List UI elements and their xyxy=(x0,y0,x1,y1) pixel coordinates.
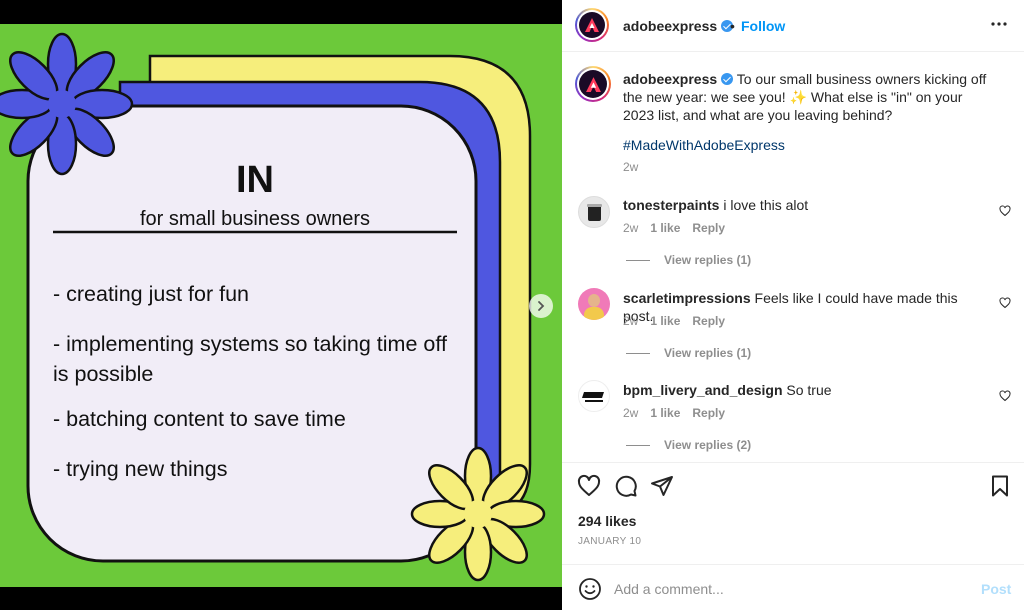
next-slide-button[interactable] xyxy=(529,294,553,318)
blue-flower-icon xyxy=(0,32,134,176)
carousel-slide: IN for small business owners - creating … xyxy=(0,24,562,587)
comment-username[interactable]: bpm_livery_and_design xyxy=(623,382,783,398)
comment-like-heart-icon[interactable] xyxy=(999,205,1011,217)
comment-body: So true xyxy=(786,382,832,398)
caption-username[interactable]: adobeexpress xyxy=(623,71,717,87)
post-date[interactable]: JANUARY 10 xyxy=(578,536,641,547)
post-details-panel: adobeexpress • Follow adobeexpress To ou… xyxy=(562,0,1024,610)
caption-timestamp[interactable]: 2w xyxy=(623,160,638,174)
share-icon[interactable] xyxy=(650,474,674,498)
slide-bullet: - batching content to save time xyxy=(53,407,346,431)
bookmark-icon[interactable] xyxy=(988,474,1012,498)
post-button[interactable]: Post xyxy=(981,581,1011,597)
view-replies-label[interactable]: View replies (1) xyxy=(664,253,751,267)
comment-username[interactable]: scarletimpressions xyxy=(623,290,751,306)
comment-meta: 2w 1 like Reply xyxy=(623,406,737,420)
comment-like-heart-icon[interactable] xyxy=(999,390,1011,402)
comment-text-row: tonesterpaints i love this alot xyxy=(623,196,983,214)
chevron-right-icon xyxy=(538,301,545,311)
comment-body: i love this alot xyxy=(723,197,809,213)
header-separator: • xyxy=(730,18,735,34)
comment-icon[interactable] xyxy=(614,474,638,498)
slide-subtitle: for small business owners xyxy=(139,208,371,230)
slide-bullet: - creating just for fun xyxy=(53,282,249,306)
comment-time[interactable]: 2w xyxy=(623,221,638,235)
emoji-icon[interactable] xyxy=(578,577,602,601)
post-media: IN for small business owners - creating … xyxy=(0,0,562,610)
reply-line xyxy=(626,259,650,261)
avatar-face xyxy=(588,294,600,307)
reply-button[interactable]: Reply xyxy=(692,314,725,328)
reply-button[interactable]: Reply xyxy=(692,221,725,235)
header-avatar[interactable] xyxy=(575,8,609,42)
header-username[interactable]: adobeexpress xyxy=(623,18,734,34)
paint-can-lid xyxy=(587,204,602,207)
view-replies-button[interactable]: View replies (1) xyxy=(626,346,751,360)
comment-time[interactable]: 2w xyxy=(623,314,638,328)
comment-likes[interactable]: 1 like xyxy=(650,314,680,328)
slide-bullet: - trying new things xyxy=(53,457,228,481)
verified-badge-icon xyxy=(721,73,734,85)
reply-line xyxy=(626,352,650,354)
reply-button[interactable]: Reply xyxy=(692,406,725,420)
comment-meta: 2w 1 like Reply xyxy=(623,221,737,235)
avatar-shirt xyxy=(584,307,604,320)
comment-like-heart-icon[interactable] xyxy=(999,297,1011,309)
divider xyxy=(562,51,1024,52)
adobe-express-logo-icon xyxy=(585,18,599,32)
view-replies-label[interactable]: View replies (1) xyxy=(664,346,751,360)
view-replies-button[interactable]: View replies (2) xyxy=(626,438,751,452)
header-username-text[interactable]: adobeexpress xyxy=(623,18,717,34)
bpm-logo-icon xyxy=(582,392,604,402)
slide-bullet: - implementing systems so taking time of… xyxy=(53,332,447,386)
divider xyxy=(562,564,1024,565)
slide-title: IN xyxy=(236,159,274,201)
view-replies-button[interactable]: View replies (1) xyxy=(626,253,751,267)
caption-avatar[interactable] xyxy=(575,66,611,102)
adobe-express-logo-icon xyxy=(585,76,601,92)
instagram-post-view: IN for small business owners - creating … xyxy=(0,0,1024,610)
comment-avatar[interactable] xyxy=(578,288,610,320)
follow-button[interactable]: Follow xyxy=(741,18,785,34)
hashtag-link[interactable]: #MadeWithAdobeExpress xyxy=(623,137,785,153)
comment-text-row: bpm_livery_and_design So true xyxy=(623,381,983,399)
ellipsis-icon[interactable] xyxy=(987,12,1011,36)
comment-likes[interactable]: 1 like xyxy=(650,406,680,420)
divider xyxy=(562,462,1024,463)
view-replies-label[interactable]: View replies (2) xyxy=(664,438,751,452)
comment-input[interactable] xyxy=(614,578,954,600)
comment-username[interactable]: tonesterpaints xyxy=(623,197,719,213)
paint-can-image xyxy=(588,205,601,221)
comment-likes[interactable]: 1 like xyxy=(650,221,680,235)
reply-line xyxy=(626,444,650,446)
heart-icon[interactable] xyxy=(577,474,601,498)
likes-count[interactable]: 294 likes xyxy=(578,513,636,529)
comment-avatar[interactable] xyxy=(578,196,610,228)
comment-time[interactable]: 2w xyxy=(623,406,638,420)
caption: adobeexpress To our small business owner… xyxy=(623,70,993,124)
comment-avatar[interactable] xyxy=(578,380,610,412)
comment-meta: 2w 1 like Reply xyxy=(623,314,737,328)
